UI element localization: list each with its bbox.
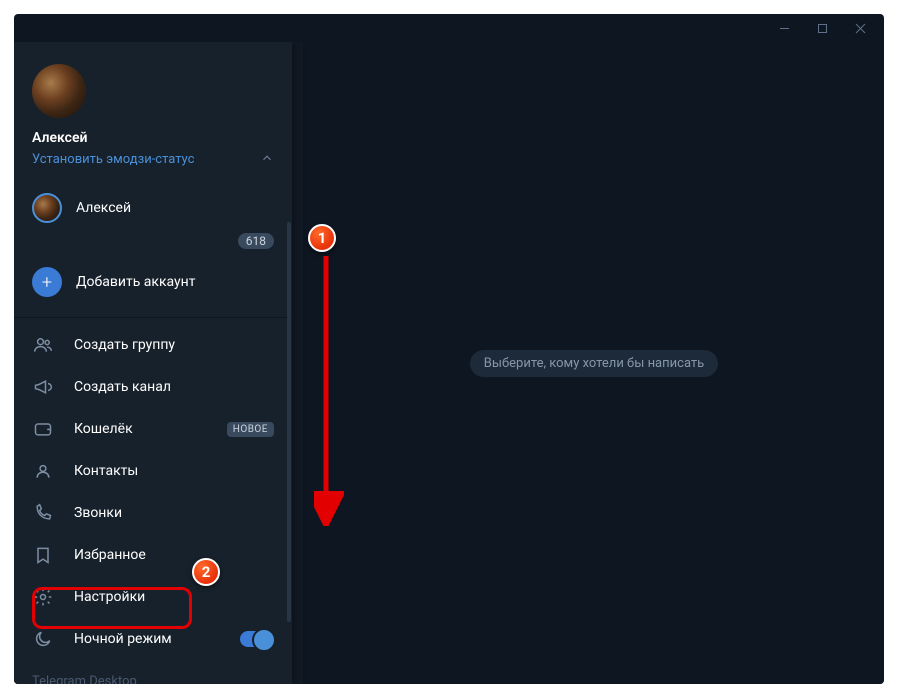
moon-icon [32,628,54,650]
titlebar [14,14,884,42]
phone-icon [32,502,54,524]
gear-icon [32,586,54,608]
night-mode-toggle[interactable] [240,631,274,647]
side-drawer: Алексей Установить эмодзи-статус Алексей… [14,42,292,684]
emoji-status-link[interactable]: Установить эмодзи-статус [32,152,194,167]
app-window: 12:51 …й-тентифи.. Сб …основым со.. Выбе… [14,14,884,684]
empty-placeholder: Выберите, кому хотели бы написать [470,350,718,377]
menu-calls[interactable]: Звонки [14,492,292,534]
divider [14,317,292,318]
menu-settings[interactable]: Настройки [14,576,292,618]
add-account-item[interactable]: + Добавить аккаунт [14,257,292,307]
avatar[interactable] [32,64,86,118]
maximize-button[interactable] [804,16,840,40]
profile-section: Алексей Установить эмодзи-статус [14,42,292,181]
group-icon [32,334,54,356]
minimize-button[interactable] [766,16,802,40]
chevron-up-icon[interactable] [260,150,274,169]
close-button[interactable] [842,16,878,40]
app-version-label: Telegram Desktop [14,660,292,684]
new-badge: НОВОЕ [227,422,274,437]
menu-contacts[interactable]: Контакты [14,450,292,492]
unread-badge: 618 [238,233,274,249]
plus-icon: + [32,267,62,297]
bookmark-icon [32,544,54,566]
menu-wallet[interactable]: Кошелёк НОВОЕ [14,408,292,450]
account-name: Алексей [76,200,131,216]
menu-new-group[interactable]: Создать группу [14,324,292,366]
drawer-scrollbar[interactable] [287,222,291,622]
menu-night-mode[interactable]: Ночной режим [14,618,292,660]
menu-new-channel[interactable]: Создать канал [14,366,292,408]
megaphone-icon [32,376,54,398]
menu-saved[interactable]: Избранное [14,534,292,576]
main-area: Выберите, кому хотели бы написать [304,42,884,684]
wallet-icon [32,418,54,440]
add-account-label: Добавить аккаунт [76,274,195,290]
profile-name: Алексей [32,130,274,146]
account-avatar [32,193,62,223]
contacts-icon [32,460,54,482]
account-item[interactable]: Алексей [14,185,292,231]
